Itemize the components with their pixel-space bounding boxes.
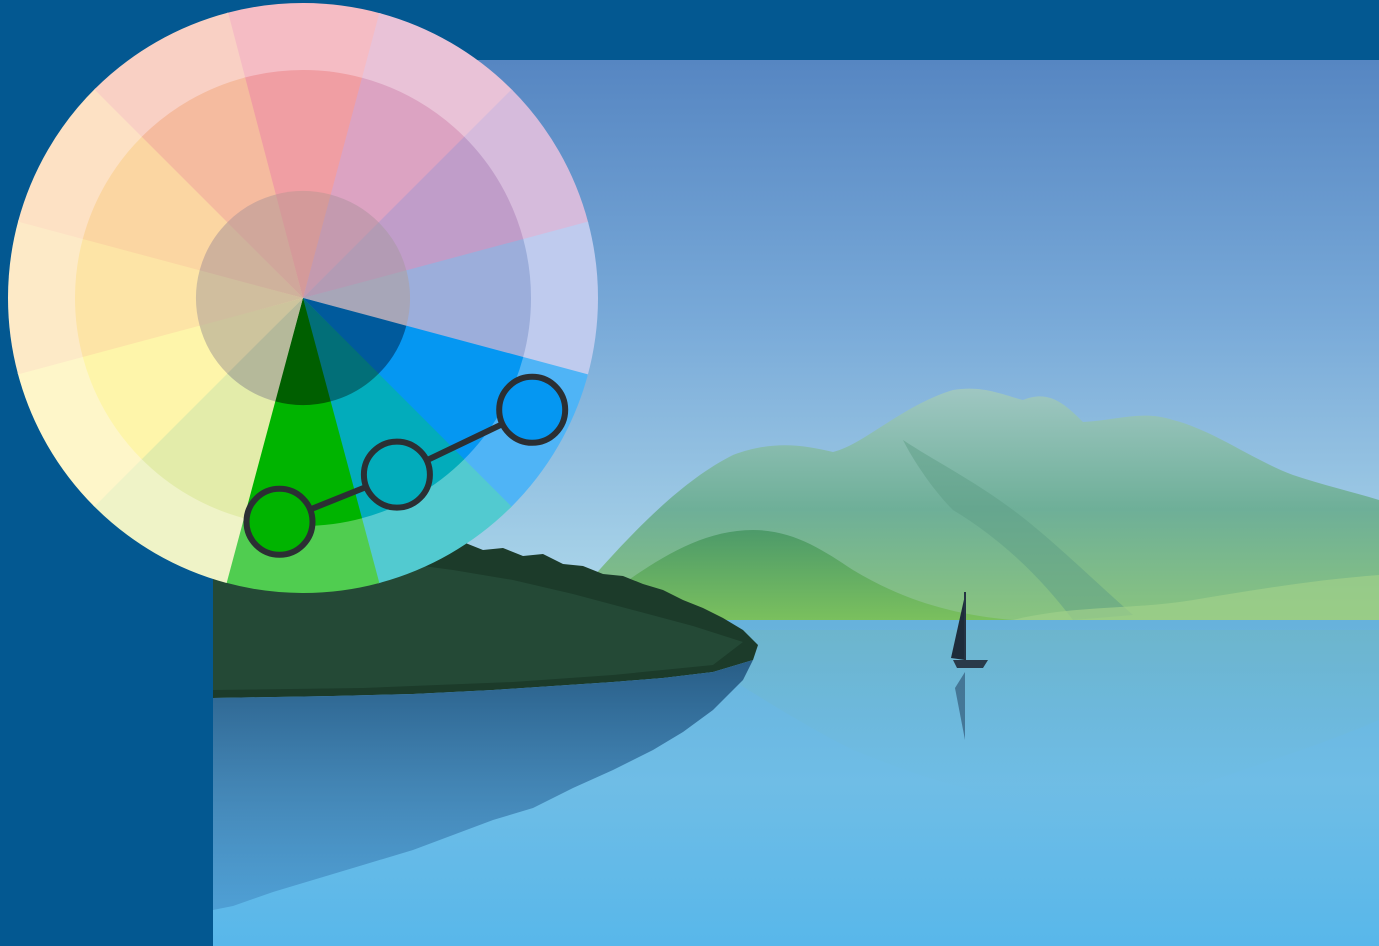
- selection-marker-green: [243, 485, 316, 558]
- color-wheel: [0, 0, 610, 600]
- color-wheel-graphic: [8, 3, 598, 593]
- selection-marker-blue: [496, 373, 569, 446]
- analogous-color-illustration: [0, 0, 1379, 946]
- selection-marker-blue-green: [360, 438, 433, 511]
